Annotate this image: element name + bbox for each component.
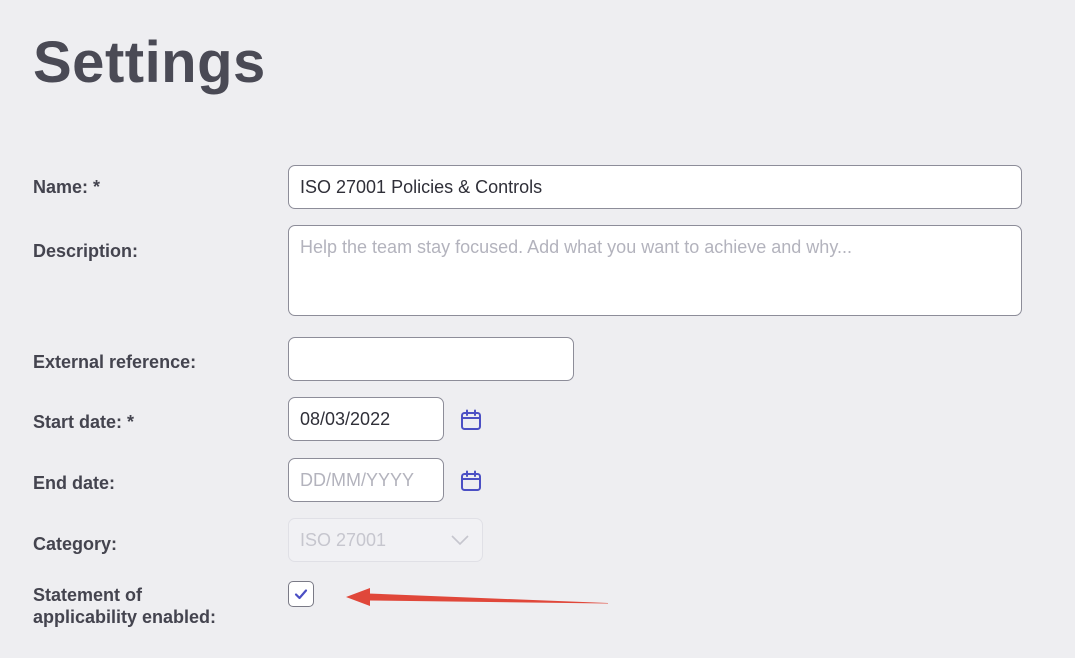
arrow-left-icon	[346, 588, 608, 606]
soa-label-line1: Statement of	[33, 585, 143, 605]
soa-checkbox[interactable]	[288, 581, 314, 607]
category-label: Category:	[33, 534, 118, 554]
category-selected-value: ISO 27001	[300, 529, 387, 550]
end-date-input[interactable]	[288, 458, 444, 502]
start-date-label: Start date: *	[33, 412, 135, 432]
chevron-down-icon	[451, 535, 469, 546]
external-reference-input[interactable]	[288, 337, 574, 381]
name-input[interactable]	[288, 165, 1022, 209]
calendar-icon[interactable]	[459, 469, 483, 493]
start-date-input[interactable]	[288, 397, 444, 441]
category-select[interactable]: ISO 27001	[288, 518, 483, 562]
checkmark-icon	[294, 589, 308, 600]
name-label: Name: *	[33, 177, 101, 197]
description-textarea[interactable]	[288, 225, 1022, 316]
description-label: Description:	[33, 241, 139, 261]
calendar-icon[interactable]	[459, 408, 483, 432]
external-reference-label: External reference:	[33, 352, 197, 372]
soa-label-line2: applicability enabled:	[33, 607, 217, 627]
page-title: Settings	[33, 30, 266, 95]
end-date-label: End date:	[33, 473, 116, 493]
